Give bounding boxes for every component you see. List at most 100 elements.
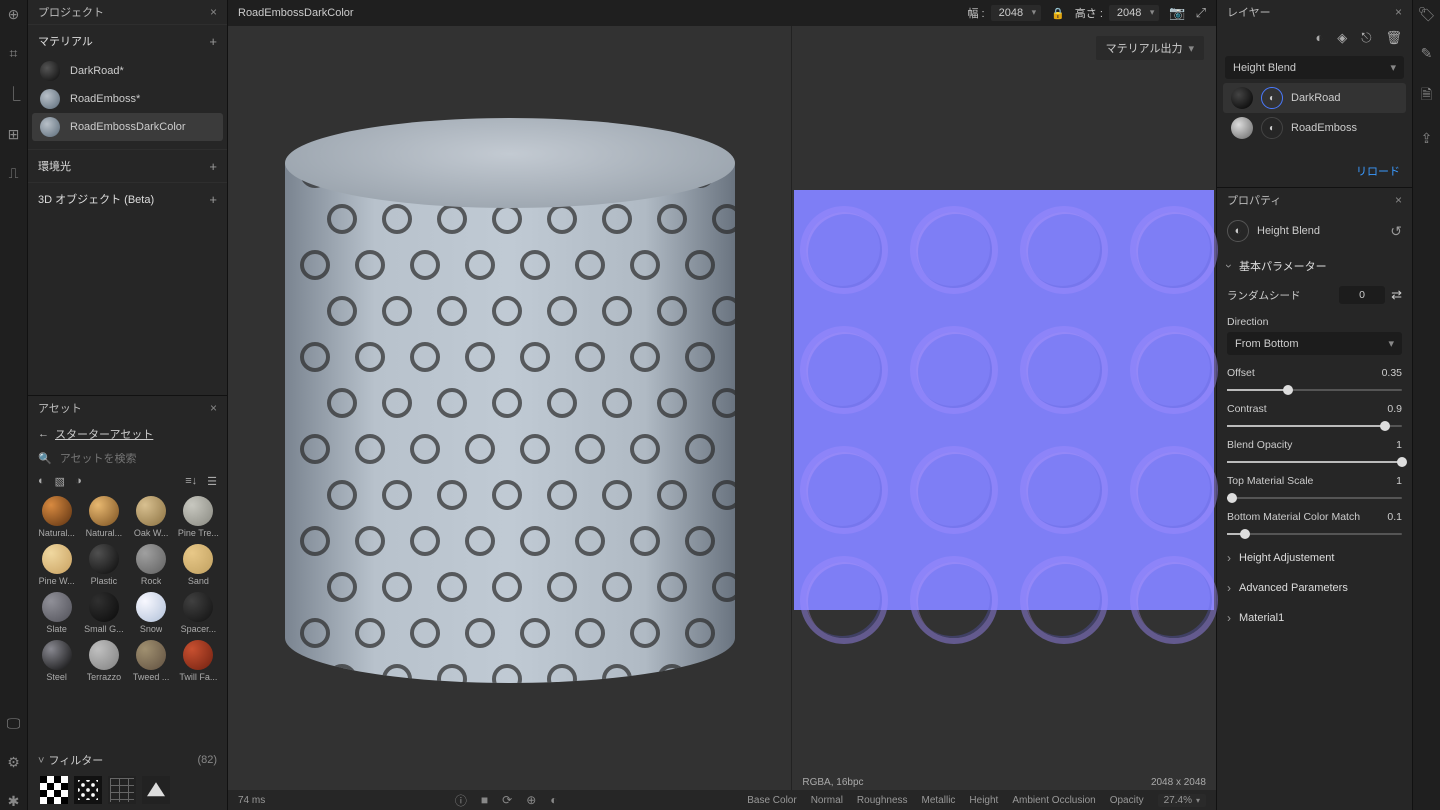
lock-icon[interactable]: 🔒 (1051, 7, 1065, 20)
material-output-dropdown[interactable]: マテリアル出力▾ (1096, 36, 1204, 60)
viewport-2d[interactable]: マテリアル出力▾ RGBA, 16bpc 2048 x 2048 (792, 26, 1216, 790)
close-icon[interactable]: × (210, 401, 217, 415)
list-view-icon[interactable]: ☰ (207, 475, 217, 488)
obj3d-header[interactable]: 3D オブジェクト (Beta) + (28, 182, 227, 215)
globe-icon[interactable]: ⊕ (526, 793, 536, 807)
channel-opacity[interactable]: Opacity (1110, 795, 1144, 806)
asset-item[interactable]: Plastic (83, 544, 124, 586)
random-seed-input[interactable] (1339, 286, 1385, 304)
asset-item[interactable]: Natural... (36, 496, 77, 538)
channel-roughness[interactable]: Roughness (857, 795, 908, 806)
width-select[interactable]: 2048 (991, 5, 1041, 21)
tag-icon[interactable]: 🏷 (1418, 6, 1436, 23)
sphere-filter-icon[interactable]: ◐ (38, 475, 45, 488)
channel-basecolor[interactable]: Base Color (747, 795, 796, 806)
asset-thumb (136, 592, 166, 622)
asset-item[interactable]: Terrazzo (83, 640, 124, 682)
reload-link[interactable]: リロード (1217, 143, 1412, 187)
channel-ao[interactable]: Ambient Occlusion (1012, 795, 1095, 806)
filter-checker[interactable] (40, 776, 68, 804)
group-advanced[interactable]: Advanced Parameters (1217, 573, 1412, 603)
blend-mode-select[interactable]: Height Blend▾ (1225, 56, 1404, 79)
filter-brick[interactable] (108, 776, 136, 804)
export-icon[interactable]: ⎋ (1361, 30, 1371, 46)
asset-item[interactable]: Slate (36, 592, 77, 634)
stamp-icon[interactable]: ⎍ (9, 165, 19, 182)
material-item[interactable]: RoadEmboss* (32, 85, 223, 113)
share-icon[interactable]: ⇪ (1421, 130, 1433, 147)
slider-track[interactable] (1227, 425, 1402, 427)
filters-header[interactable]: ˅フィルター (82) (28, 744, 227, 770)
home-icon[interactable]: ⊕ (8, 6, 20, 23)
layer-mask-slot[interactable]: ◐ (1261, 117, 1283, 139)
slider-track[interactable] (1227, 497, 1402, 499)
asset-item[interactable]: Oak W... (131, 496, 172, 538)
group-height-adj[interactable]: Height Adjustement (1217, 543, 1412, 573)
close-icon[interactable]: × (1395, 193, 1402, 207)
fullscreen-icon[interactable]: ⤢ (1196, 5, 1206, 21)
ruler-icon[interactable]: ⎿ (7, 84, 21, 104)
asset-item[interactable]: Natural... (83, 496, 124, 538)
asset-item[interactable]: Tweed ... (131, 640, 172, 682)
opacity-select[interactable]: 27.4%▾ (1158, 794, 1206, 807)
channel-metallic[interactable]: Metallic (922, 795, 956, 806)
slider-track[interactable] (1227, 461, 1402, 463)
slider-track[interactable] (1227, 533, 1402, 535)
image-filter-icon[interactable]: ▧ (55, 475, 65, 488)
assets-back[interactable]: ← スターターアセット (28, 420, 227, 448)
asset-item[interactable]: Spacer... (178, 592, 219, 634)
viewport-3d[interactable] (228, 26, 792, 790)
camera2-icon[interactable]: ■ (481, 793, 488, 807)
height-select[interactable]: 2048 (1109, 5, 1159, 21)
asset-thumb (42, 496, 72, 526)
sort-icon[interactable]: ≡↓ (185, 475, 197, 488)
asset-item[interactable]: Twill Fa... (178, 640, 219, 682)
add-3dobj-icon[interactable]: + (209, 192, 217, 207)
layers-stack-icon[interactable]: ◈ (1337, 30, 1347, 46)
add-material-icon[interactable]: + (209, 34, 217, 49)
refresh-icon[interactable]: ⟳ (502, 793, 512, 807)
filter-dots[interactable] (74, 776, 102, 804)
circle-filter-icon[interactable]: ◑ (75, 475, 82, 488)
info-icon[interactable]: ⓘ (455, 792, 467, 809)
asset-item[interactable]: Pine W... (36, 544, 77, 586)
crop-icon[interactable]: ⌗ (10, 45, 18, 62)
sphere-icon[interactable]: ◐ (1315, 30, 1323, 46)
trash-icon[interactable]: 🗑 (1385, 30, 1402, 46)
layer-mask-slot[interactable]: ◐ (1261, 87, 1283, 109)
asset-item[interactable]: Small G... (83, 592, 124, 634)
asset-item[interactable]: Pine Tre... (178, 496, 219, 538)
circle-icon[interactable]: ◐ (550, 793, 557, 807)
asset-item[interactable]: Sand (178, 544, 219, 586)
reset-icon[interactable]: ↺ (1390, 223, 1402, 240)
filter-triangle[interactable] (142, 776, 170, 804)
group-basic-params[interactable]: 基本パラメーター (1217, 250, 1412, 282)
document-icon[interactable]: 🗎 (1421, 84, 1432, 108)
assets-title: アセット (38, 400, 82, 416)
close-icon[interactable]: × (210, 5, 217, 19)
asset-item[interactable]: Rock (131, 544, 172, 586)
close-icon[interactable]: × (1395, 5, 1402, 19)
slider-track[interactable] (1227, 389, 1402, 391)
asset-search-input[interactable] (60, 453, 217, 465)
material-item[interactable]: RoadEmbossDarkColor (32, 113, 223, 141)
asset-item[interactable]: Snow (131, 592, 172, 634)
monitor-icon[interactable]: 🖵 (7, 715, 21, 732)
shuffle-icon[interactable]: ⇄ (1391, 287, 1402, 303)
channel-height[interactable]: Height (969, 795, 998, 806)
gear-icon[interactable]: ⚙ (7, 754, 20, 771)
grid-icon[interactable]: ⊞ (8, 126, 20, 143)
material-name: RoadEmboss* (70, 93, 140, 105)
layer-item[interactable]: ◐DarkRoad (1223, 83, 1406, 113)
material-item[interactable]: DarkRoad* (32, 57, 223, 85)
eyedropper-icon[interactable]: ✎ (1421, 45, 1433, 62)
env-light-header[interactable]: 環境光 + (28, 149, 227, 182)
camera-icon[interactable]: 📷 (1169, 5, 1185, 21)
group-material1[interactable]: Material1 (1217, 603, 1412, 633)
asset-item[interactable]: Steel (36, 640, 77, 682)
graph-icon[interactable]: ✱ (8, 793, 20, 810)
direction-select[interactable]: From Bottom▾ (1227, 332, 1402, 355)
channel-normal[interactable]: Normal (811, 795, 843, 806)
add-env-icon[interactable]: + (209, 159, 217, 174)
layer-item[interactable]: ◐RoadEmboss (1223, 113, 1406, 143)
